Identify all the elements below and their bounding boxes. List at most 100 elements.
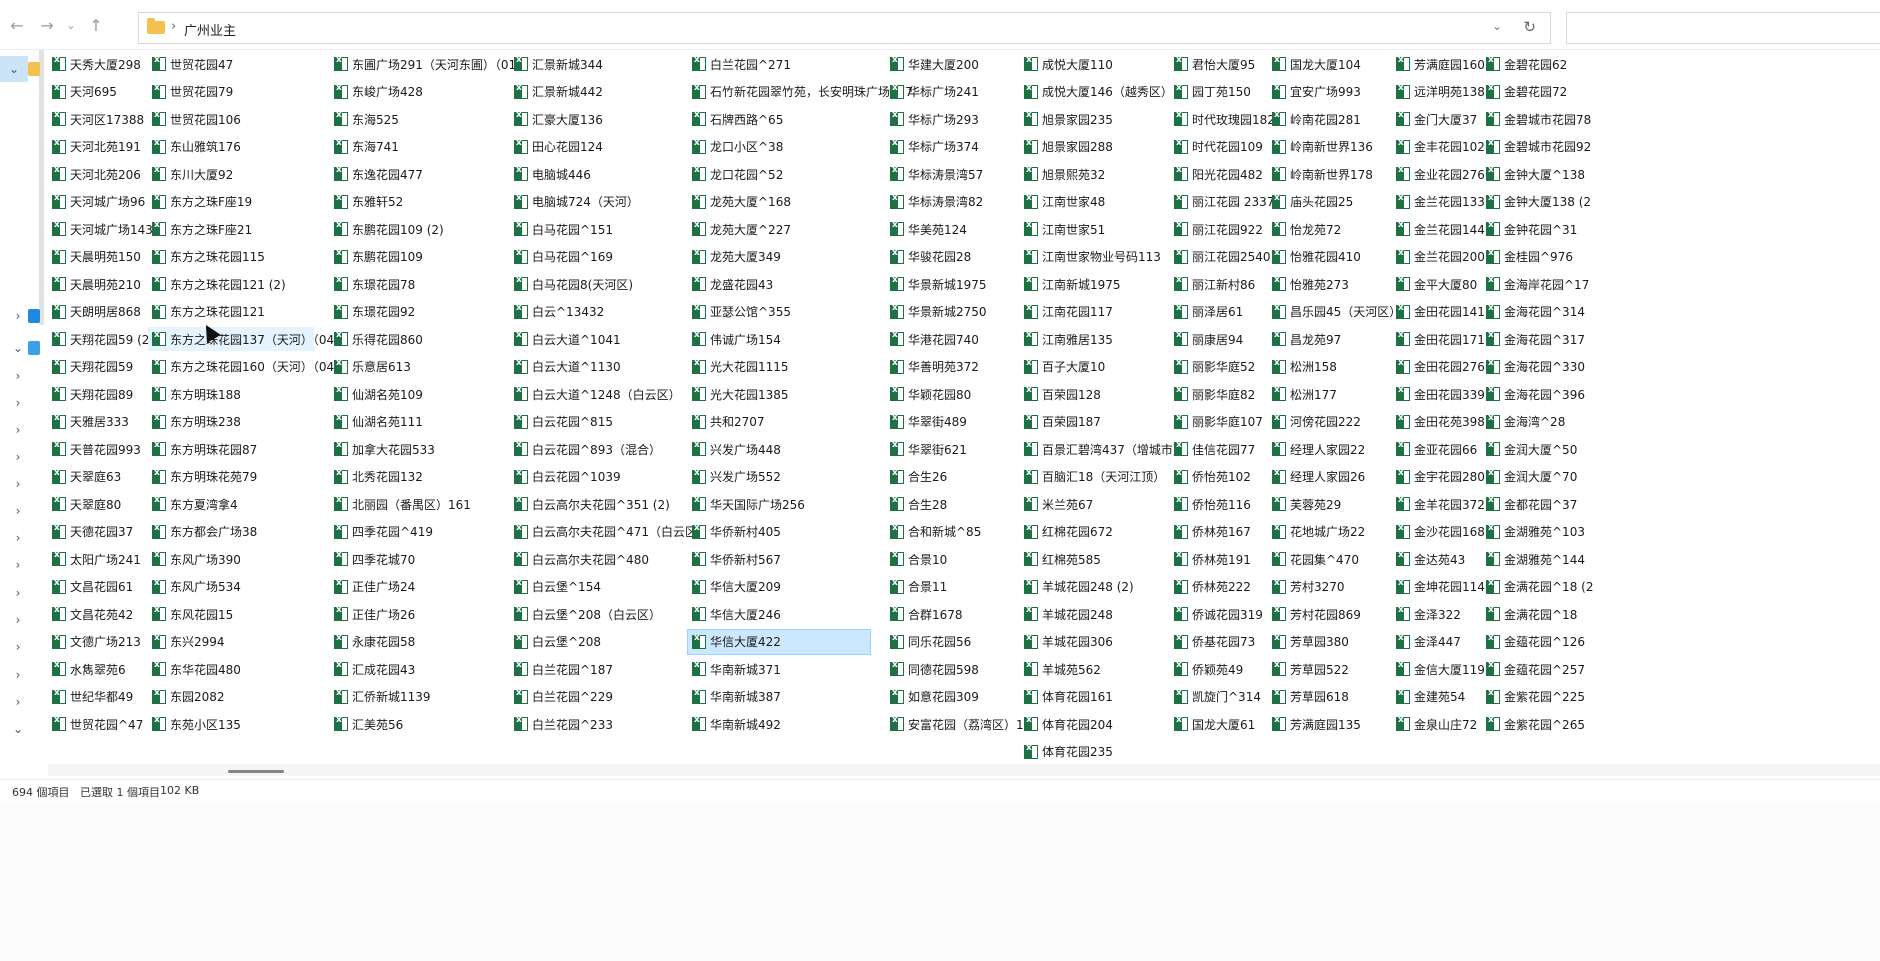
file-item[interactable]: 世贸花园47 — [148, 52, 314, 76]
file-item[interactable]: 正佳广场26 — [330, 602, 502, 626]
file-item[interactable]: 金紫花园^265 — [1482, 712, 1624, 736]
file-item[interactable]: 文德广场213 — [48, 630, 141, 654]
file-item[interactable]: 石牌西路^65 — [688, 107, 870, 131]
file-item[interactable]: 天河695 — [48, 80, 140, 104]
file-item[interactable]: 成悦大厦146（越秀区） — [1020, 80, 1173, 104]
file-item[interactable]: 金桂园^976 — [1482, 245, 1624, 269]
file-item[interactable]: 石竹新花园翠竹苑，长安明珠广场477 — [688, 80, 913, 104]
file-item[interactable]: 白马花园^151 — [510, 217, 672, 241]
file-item[interactable]: 加拿大花园533 — [330, 437, 502, 461]
file-item[interactable]: 华标广场374 — [886, 135, 1012, 159]
file-item[interactable]: 东鹏花园109 — [330, 245, 502, 269]
nav-expand-item[interactable]: › — [10, 449, 26, 465]
file-item[interactable]: 华标广场241 — [886, 80, 1012, 104]
file-item[interactable]: 龙口小区^38 — [688, 135, 870, 159]
file-item[interactable]: 江南花园117 — [1020, 300, 1162, 324]
file-item[interactable]: 天德花园37 — [48, 520, 140, 544]
file-item[interactable]: 怡龙苑72 — [1268, 217, 1384, 241]
file-item[interactable]: 东兴2994 — [148, 630, 314, 654]
file-item[interactable]: 金海花园^396 — [1482, 382, 1624, 406]
file-item[interactable]: 东圃广场291（天河东圃）（01） — [330, 52, 528, 76]
file-item[interactable]: 文昌花园61 — [48, 575, 140, 599]
file-item[interactable]: 白云花园^815 — [510, 410, 672, 434]
file-item[interactable]: 金碧花园62 — [1482, 52, 1624, 76]
nav-expand-network[interactable]: ⌄ — [10, 721, 26, 737]
file-item[interactable]: 羊城花园248 (2) — [1020, 575, 1162, 599]
file-item[interactable]: 华翠街489 — [886, 410, 1012, 434]
file-item[interactable]: 经理人家园22 — [1268, 437, 1384, 461]
file-item[interactable]: 丽江新村86 — [1170, 272, 1260, 296]
file-item[interactable]: 华标涛景湾82 — [886, 190, 1012, 214]
file-item[interactable]: 丽影华庭107 — [1170, 410, 1263, 434]
file-item[interactable]: 合生28 — [886, 492, 1012, 516]
search-input[interactable] — [1566, 12, 1880, 44]
file-item[interactable]: 江南世家物业号码113 — [1020, 245, 1162, 269]
file-item[interactable]: 文昌花苑42 — [48, 602, 140, 626]
file-item[interactable]: 白云大道^1041 — [510, 327, 672, 351]
file-item[interactable]: 华建大厦200 — [886, 52, 1012, 76]
file-item[interactable]: 羊城花园306 — [1020, 630, 1162, 654]
file-item[interactable]: 丽江花园 2337 — [1170, 190, 1274, 214]
file-item[interactable]: 松洲158 — [1268, 355, 1384, 379]
file-item[interactable]: 昌乐园45（天河区） — [1268, 300, 1401, 324]
nav-expand-item[interactable]: › — [10, 368, 26, 384]
file-item[interactable]: 东方之珠F座21 — [148, 217, 314, 241]
file-item[interactable]: 天河北苑191 — [48, 135, 141, 159]
file-item[interactable]: 金田花苑398 — [1392, 410, 1485, 434]
file-item[interactable]: 金润大厦^50 — [1482, 437, 1624, 461]
file-item[interactable]: 华港花园740 — [886, 327, 1012, 351]
file-item[interactable]: 华景新城1975 — [886, 272, 1012, 296]
file-item[interactable]: 东方之珠花园115 — [148, 245, 314, 269]
file-item[interactable]: 金田花园339 — [1392, 382, 1485, 406]
file-item[interactable]: 东峻广场428 — [330, 80, 502, 104]
file-item[interactable]: 乐得花园860 — [330, 327, 502, 351]
file-item[interactable]: 昌龙苑97 — [1268, 327, 1384, 351]
file-item[interactable]: 东川大厦92 — [148, 162, 314, 186]
file-item[interactable]: 金兰花园133 — [1392, 190, 1485, 214]
file-item[interactable]: 金达苑43 — [1392, 547, 1474, 571]
file-item[interactable]: 电脑城724（天河） — [510, 190, 672, 214]
file-item[interactable]: 华美苑124 — [886, 217, 1012, 241]
file-item[interactable]: 东苑小区135 — [148, 712, 314, 736]
nav-expand-item[interactable]: › — [10, 694, 26, 710]
file-item[interactable]: 仙湖名苑109 — [330, 382, 502, 406]
file-item[interactable]: 金碧花园72 — [1482, 80, 1624, 104]
file-item[interactable]: 花园集^470 — [1268, 547, 1384, 571]
file-item[interactable]: 丽江花园922 — [1170, 217, 1263, 241]
file-item[interactable]: 体育花园204 — [1020, 712, 1162, 736]
file-item[interactable]: 芳满庭园160 — [1392, 52, 1485, 76]
file-item[interactable]: 金兰花园144 — [1392, 217, 1485, 241]
file-item[interactable]: 汇景新城442 — [510, 80, 672, 104]
file-item[interactable]: 金兰花园200 — [1392, 245, 1485, 269]
file-item[interactable]: 百荣园187 — [1020, 410, 1162, 434]
file-item[interactable]: 兴发广场448 — [688, 437, 870, 461]
file-item[interactable]: 丽康居94 — [1170, 327, 1260, 351]
file-item[interactable]: 国龙大厦104 — [1268, 52, 1384, 76]
file-item[interactable]: 旭景家园235 — [1020, 107, 1162, 131]
file-item[interactable]: 合群1678 — [886, 602, 1012, 626]
file-item[interactable]: 金润大厦^70 — [1482, 465, 1624, 489]
file-item[interactable]: 芙蓉苑29 — [1268, 492, 1384, 516]
up-button[interactable]: ↑ — [85, 15, 107, 37]
file-item[interactable]: 汇成花园43 — [330, 657, 502, 681]
file-item[interactable]: 芳草园618 — [1268, 685, 1384, 709]
file-item[interactable]: 汇美苑56 — [330, 712, 502, 736]
file-item[interactable]: 金坤花园114 — [1392, 575, 1485, 599]
file-item[interactable]: 光大花园1385 — [688, 382, 870, 406]
file-item[interactable]: 远洋明苑138 — [1392, 80, 1485, 104]
back-button[interactable]: ← — [6, 15, 28, 37]
nav-expand-item[interactable]: › — [10, 422, 26, 438]
file-item[interactable]: 华骏花园28 — [886, 245, 1012, 269]
file-item[interactable]: 金钟花园^31 — [1482, 217, 1624, 241]
file-item[interactable]: 天翔花园59 (2) — [48, 327, 154, 351]
file-item[interactable]: 白云花园^1039 — [510, 465, 672, 489]
file-item[interactable]: 东方之珠花园121 — [148, 300, 314, 324]
horizontal-scrollbar[interactable] — [48, 764, 1880, 776]
file-item[interactable]: 华信大厦422 — [687, 628, 871, 655]
file-item[interactable]: 四季花城70 — [330, 547, 502, 571]
file-item[interactable]: 天河北苑206 — [48, 162, 141, 186]
file-item[interactable]: 合景11 — [886, 575, 1012, 599]
file-item[interactable]: 金宇花园280 — [1392, 465, 1485, 489]
refresh-icon[interactable]: ↻ — [1523, 18, 1536, 36]
file-item[interactable]: 白马花园^169 — [510, 245, 672, 269]
